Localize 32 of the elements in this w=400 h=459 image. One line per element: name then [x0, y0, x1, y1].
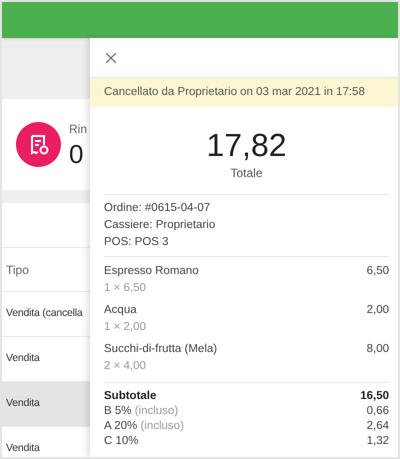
summary-label: B 5% (incluso) [104, 404, 178, 419]
summary-amount: 1,32 [366, 434, 389, 449]
item-amount: 8,00 [366, 342, 389, 357]
column-header: Tipo [6, 262, 29, 278]
stat-value: 0 [69, 138, 84, 170]
item-quantity: 1 × 2,00 [104, 320, 146, 335]
cancel-banner: Cancellato da Proprietario on 03 mar 2021 in 17:58 [90, 78, 398, 107]
order-info: Cassiere: Proprietario [104, 218, 216, 233]
item-name: Espresso Romano [104, 264, 199, 279]
summary-amount: 2,64 [366, 419, 389, 434]
order-info: POS: POS 3 [104, 235, 170, 250]
item-name: Acqua [104, 303, 138, 318]
receipt-refund-icon [16, 122, 61, 167]
table-cell-text: Vendita [6, 396, 40, 412]
table-cell-text: Vendita [6, 351, 40, 366]
order-info: Ordine: #0615-04-07 [104, 201, 212, 216]
table-cell-text: Vendita (cancella [6, 306, 83, 322]
item-amount: 2,00 [366, 303, 389, 318]
summary-label: C 10% [104, 434, 139, 449]
table-row[interactable]: Vendita [2, 382, 90, 427]
table-cell-text: Vendita [6, 441, 40, 456]
total-amount: 17,82 [206, 127, 287, 163]
summary-label: Subtotale [104, 389, 156, 404]
total-label: Totale [230, 165, 263, 182]
summary-label: A 20% (incluso) [104, 419, 184, 434]
stat-label: Rin [69, 120, 88, 138]
item-quantity: 1 × 6,50 [104, 281, 147, 296]
summary-amount: 0,66 [366, 404, 389, 419]
summary-amount: 16,50 [360, 389, 389, 404]
item-quantity: 2 × 4,00 [104, 359, 147, 374]
item-amount: 6,50 [366, 264, 389, 279]
item-name: Succhi-di-frutta (Mela) [104, 342, 218, 357]
